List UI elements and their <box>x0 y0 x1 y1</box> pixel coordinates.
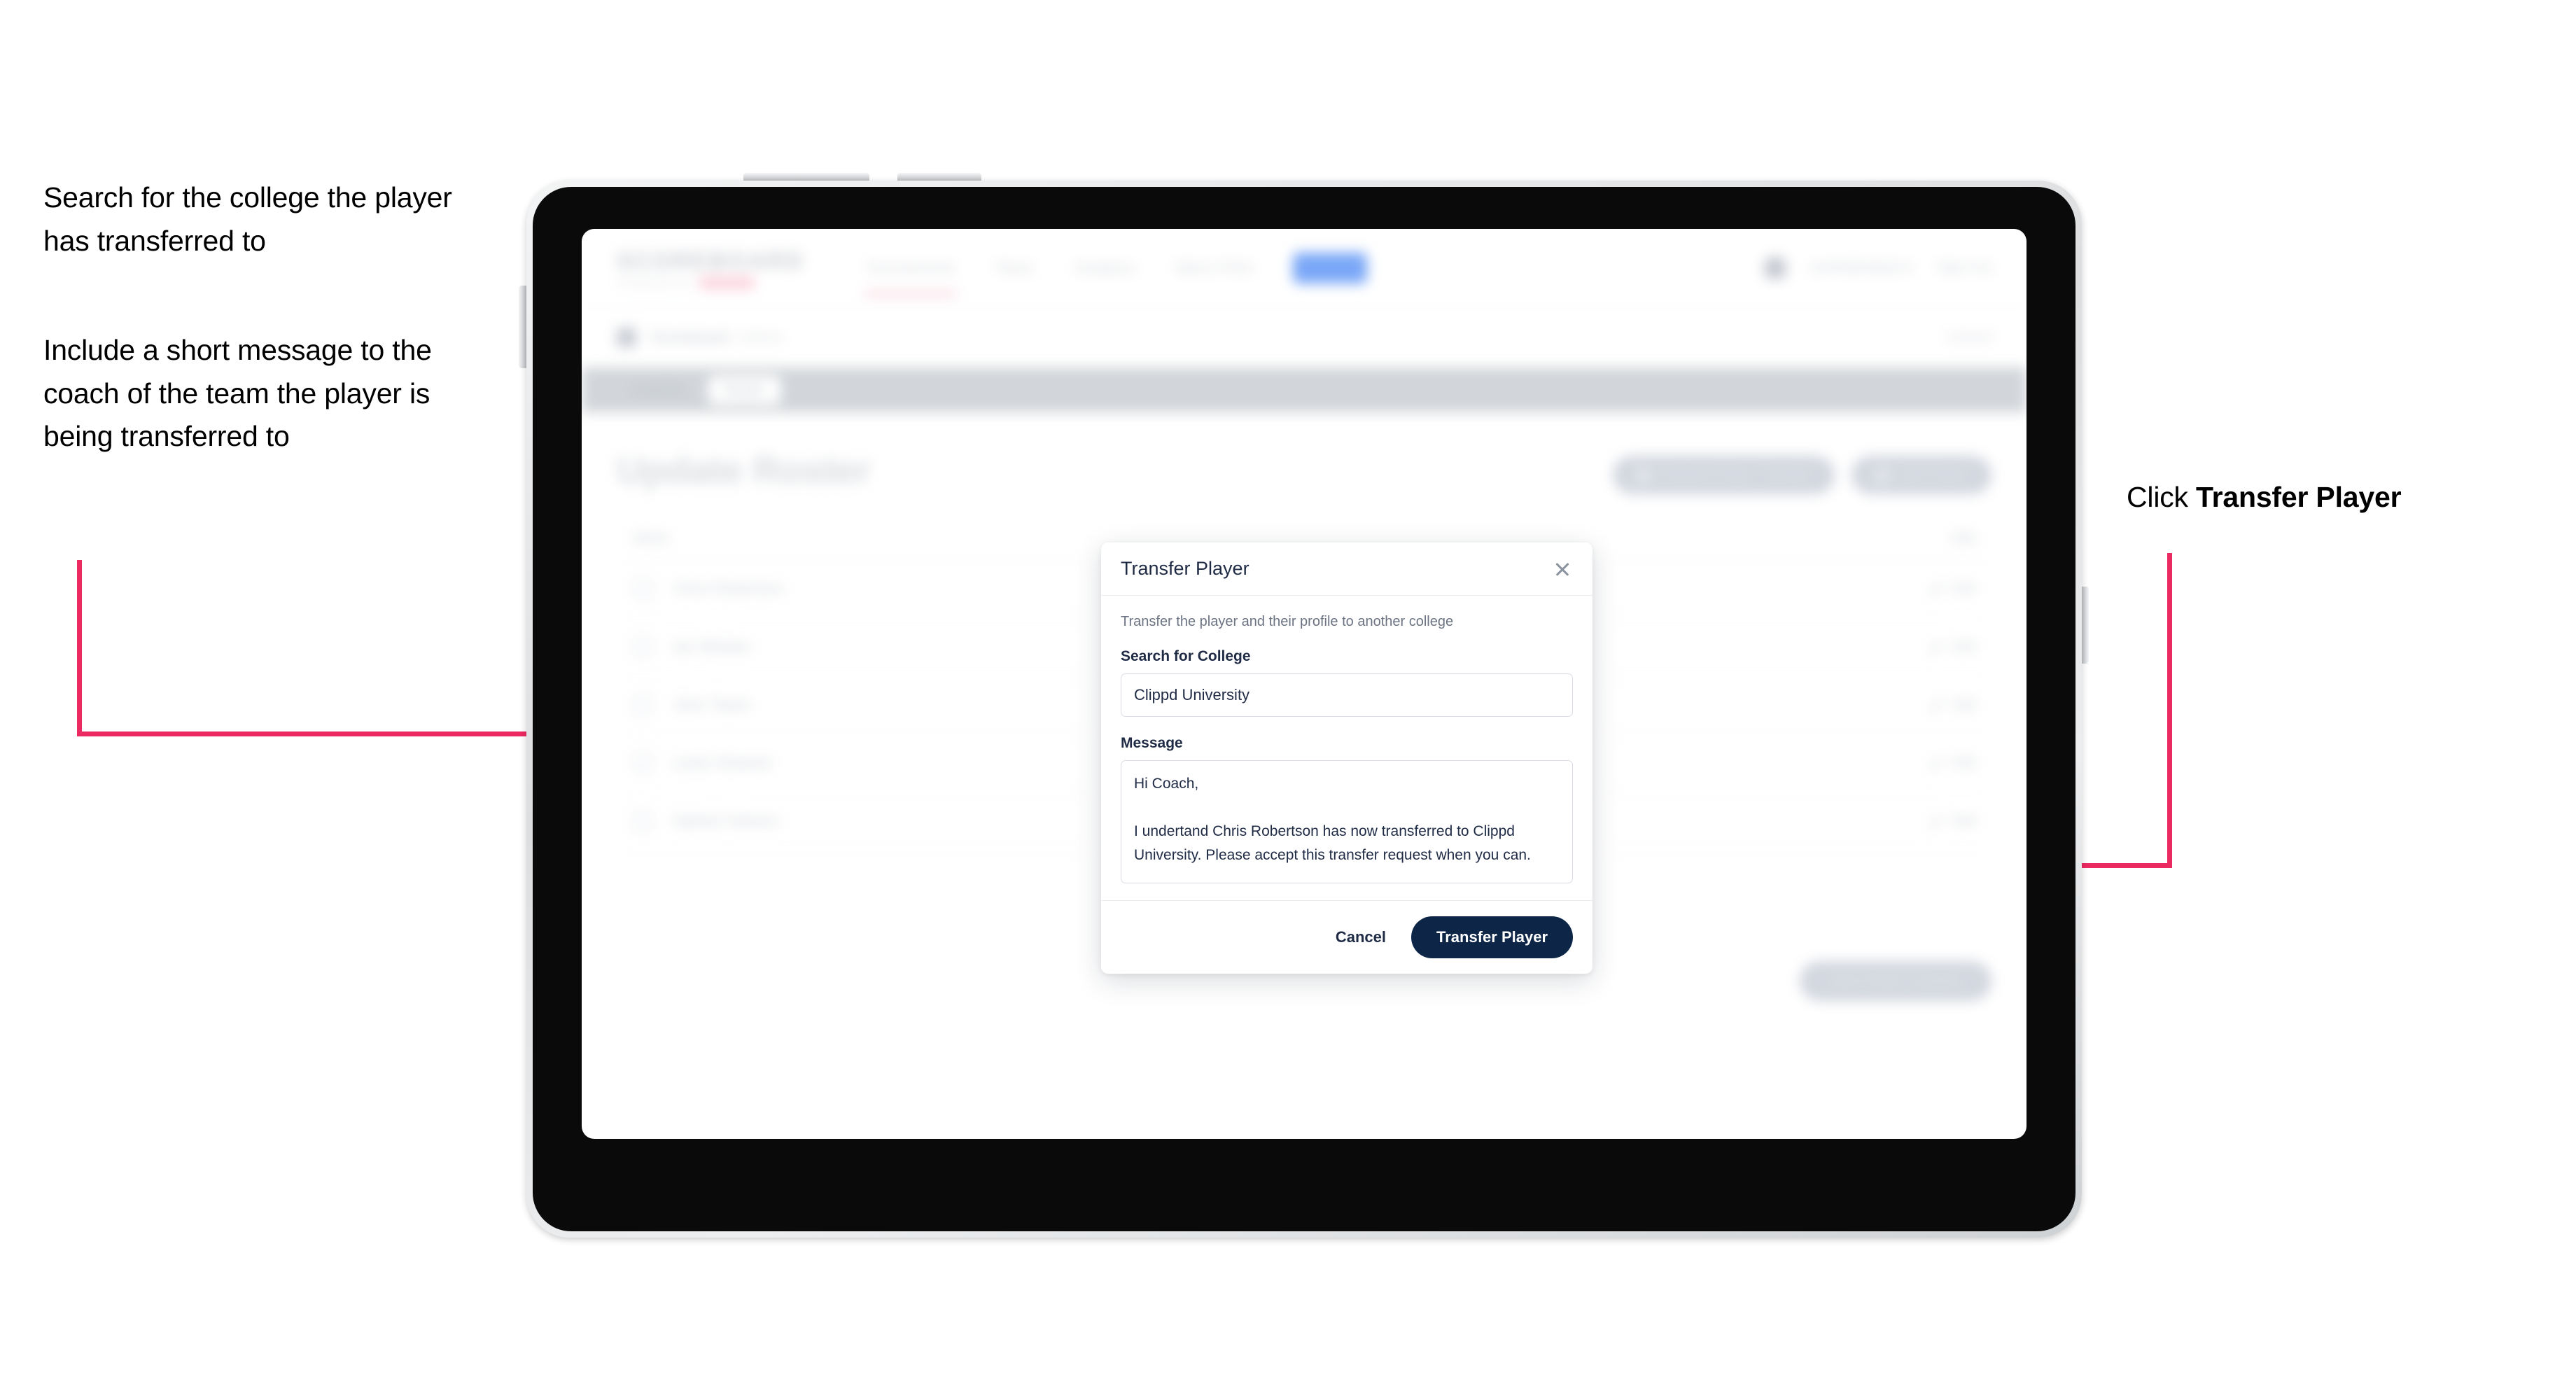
edit-player-button[interactable]: Edit <box>1928 813 1976 830</box>
board-icon <box>617 327 636 347</box>
annotation-search-college: Search for the college the player has tr… <box>43 181 452 257</box>
sign-out-link[interactable]: Sign Out <box>1937 260 1991 276</box>
message-textarea[interactable]: Hi Coach, I undertand Chris Robertson ha… <box>1121 760 1573 883</box>
plus-icon <box>1875 468 1890 482</box>
logo-powered-by: POWERED BY <box>617 276 694 288</box>
edit-player-button[interactable]: Edit <box>1928 581 1976 597</box>
annotation-click-transfer-player: Click Transfer Player <box>2127 476 2561 519</box>
user-email: jsmith@clippd.io <box>1811 260 1914 275</box>
transfer-player-button[interactable]: Transfer Player <box>1411 916 1573 958</box>
modal-description: Transfer the player and their profile to… <box>1121 614 1454 629</box>
search-college-label: Search for College <box>1121 648 1251 664</box>
edit-label: Edit <box>1952 580 1976 596</box>
page-actions: Request Player Transfer Add Player <box>1612 449 1991 494</box>
edit-label: Edit <box>1952 696 1976 713</box>
page-head: Update Roster Request Player Transfer Ad… <box>617 449 1991 494</box>
player-name: Nathan Holmes <box>673 812 779 830</box>
save-roster-updates-button[interactable]: Save Roster Updates <box>1799 961 1991 1001</box>
modal-footer: Cancel Transfer Player <box>1101 900 1592 974</box>
request-player-transfer-label: Request Player Transfer <box>1660 467 1812 482</box>
breadcrumb-sub: Admin <box>739 328 784 346</box>
nav-link-analytics[interactable]: Analytics <box>1072 253 1137 283</box>
row-checkbox[interactable] <box>632 636 653 657</box>
modal-title: Transfer Player <box>1121 558 1250 579</box>
page-title: Update Roster <box>617 449 871 491</box>
edit-player-button[interactable]: Edit <box>1928 697 1976 713</box>
edit-label: Edit <box>1952 755 1976 771</box>
row-checkbox[interactable] <box>632 578 653 599</box>
logo[interactable]: SCOREBOARD POWERED BY CLIPPD <box>617 247 805 289</box>
close-icon[interactable] <box>1552 559 1573 580</box>
add-player-label: Add Player <box>1899 467 1968 482</box>
nav-links: Tournaments Team Analytics Men's PGA Adm… <box>864 252 1368 295</box>
cancel-button[interactable]: Cancel <box>1331 927 1390 947</box>
row-checkbox[interactable] <box>632 752 653 774</box>
annotation-right-prefix: Click <box>2127 481 2197 513</box>
player-name: John Taylor <box>673 696 752 713</box>
tab-roster[interactable]: Roster <box>708 375 780 405</box>
column-header-name: Name <box>632 531 670 546</box>
tabs-bar: Coaches Roster <box>582 368 2026 412</box>
edit-label: Edit <box>1952 638 1976 654</box>
left-arrow-vertical <box>77 560 82 736</box>
modal-header: Transfer Player <box>1101 542 1592 596</box>
edit-label: Edit <box>1952 813 1976 829</box>
request-player-transfer-button[interactable]: Request Player Transfer <box>1612 456 1835 494</box>
annotation-include-message: Include a short message to the coach of … <box>43 334 432 452</box>
nav-link-tournaments[interactable]: Tournaments <box>864 253 957 295</box>
pencil-icon <box>1928 814 1942 828</box>
search-college-input[interactable] <box>1121 673 1573 717</box>
tablet-device: SCOREBOARD POWERED BY CLIPPD Tournaments … <box>519 173 2089 1238</box>
pencil-icon <box>1928 640 1942 654</box>
avatar[interactable] <box>1763 255 1788 280</box>
edit-player-button[interactable]: Edit <box>1928 639 1976 655</box>
navbar: SCOREBOARD POWERED BY CLIPPD Tournaments … <box>582 229 2026 307</box>
transfer-icon <box>1636 468 1651 482</box>
device-button-power[interactable] <box>2081 587 2089 664</box>
modal-body: Transfer the player and their profile to… <box>1101 596 1592 900</box>
nav-link-mens-pga[interactable]: Men's PGA <box>1175 253 1255 283</box>
breadcrumb-cancel[interactable]: Cancel <box>1946 329 1991 346</box>
breadcrumb: Scoreboard Admin Cancel <box>582 307 2026 368</box>
annotation-right-bold: Transfer Player <box>2196 481 2402 513</box>
message-label: Message <box>1121 735 1183 751</box>
row-checkbox[interactable] <box>632 694 653 715</box>
player-name: Lewis Shackel <box>673 754 771 771</box>
pencil-icon <box>1928 582 1942 596</box>
logo-subtext: POWERED BY CLIPPD <box>617 276 804 289</box>
pencil-icon <box>1928 698 1942 712</box>
row-checkbox[interactable] <box>632 811 653 832</box>
breadcrumb-main[interactable]: Scoreboard <box>650 328 730 346</box>
player-name: Ian Whelan <box>673 638 751 655</box>
pencil-icon <box>1928 756 1942 770</box>
edit-player-button[interactable]: Edit <box>1928 755 1976 771</box>
tablet-screen: SCOREBOARD POWERED BY CLIPPD Tournaments … <box>582 229 2026 1139</box>
column-header-edit: Edit <box>1952 531 1976 546</box>
player-name: Chris Robertson <box>673 580 784 597</box>
transfer-player-modal: Transfer Player Transfer the player and … <box>1101 542 1592 974</box>
logo-badge: CLIPPD <box>699 276 755 289</box>
nav-right: jsmith@clippd.io Sign Out <box>1763 255 1991 280</box>
nav-link-admin[interactable]: Admin <box>1292 252 1368 284</box>
logo-text: SCOREBOARD <box>617 247 805 274</box>
nav-link-team[interactable]: Team <box>995 253 1035 283</box>
add-player-button[interactable]: Add Player <box>1851 456 1991 494</box>
tab-coaches[interactable]: Coaches <box>615 376 701 405</box>
right-arrow-vertical <box>2167 553 2172 868</box>
